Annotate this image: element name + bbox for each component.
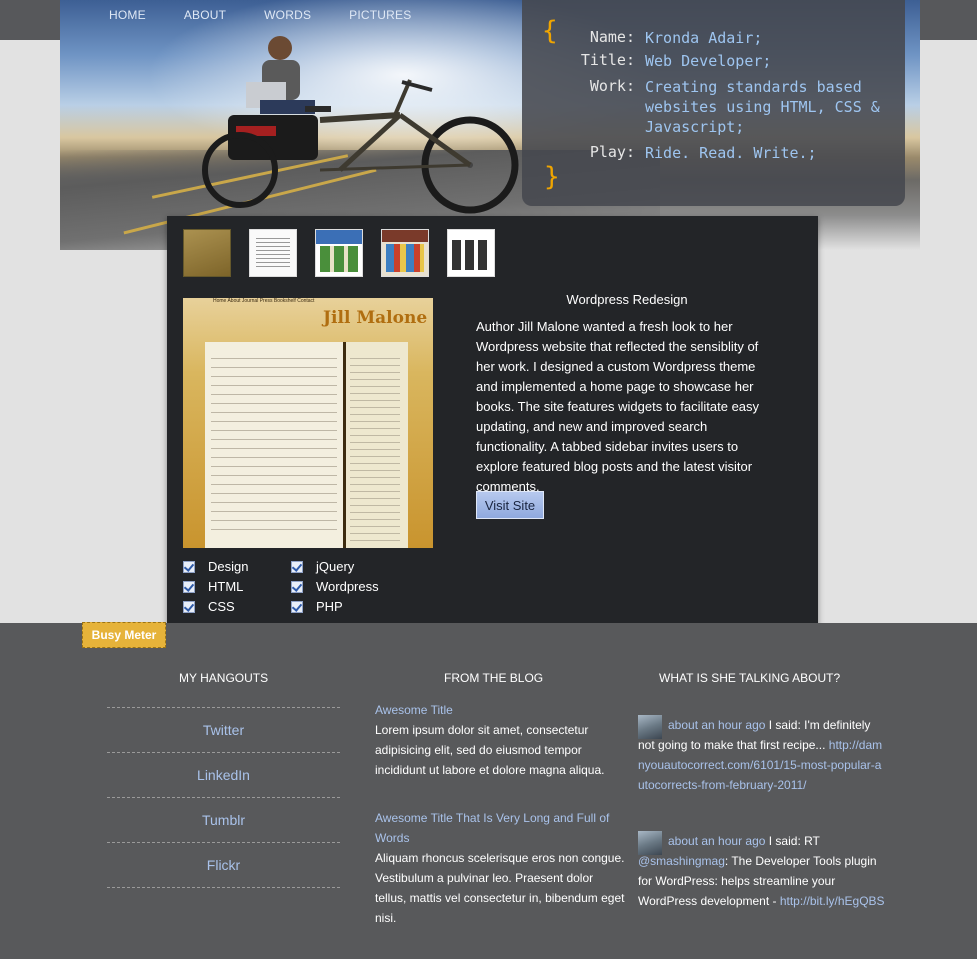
thumbnail-site-4[interactable] [381,229,429,277]
blog-post-excerpt: Lorem ipsum dolor sit amet, consectetur … [375,723,605,777]
avatar [638,831,662,855]
project-screenshot: Home About Journal Press Bookshelf Conta… [183,298,433,548]
thumbnail-jill-malone[interactable] [183,229,231,277]
checkmark-icon [291,600,303,613]
info-value: Ride. Read. Write.; [645,144,817,162]
skill-item: jQuery [291,559,354,574]
skill-label: PHP [316,599,343,614]
skill-label: CSS [208,599,235,614]
skill-label: Wordpress [316,579,379,594]
avatar [638,715,662,739]
screenshot-text-lines [211,358,337,538]
screenshot-sidebar-lines [350,358,400,543]
blog-post-title[interactable]: Awesome Title That Is Very Long and Full… [375,808,625,848]
tweet-time[interactable]: about an hour ago [668,834,765,848]
nav-home[interactable]: HOME [109,8,146,22]
checkmark-icon [291,580,303,593]
blog-post-excerpt: Aliquam rhoncus scelerisque eros non con… [375,851,625,925]
tweet-mention[interactable]: @smashingmag [638,854,725,868]
nav-about[interactable]: ABOUT [184,8,226,22]
blog-post: Awesome Title That Is Very Long and Full… [375,808,625,928]
info-value: Creating standards based websites using … [645,78,880,136]
blog-post: Awesome Title Lorem ipsum dolor sit amet… [375,700,625,780]
open-brace: { [542,16,558,46]
project-description: Author Jill Malone wanted a fresh look t… [476,319,760,494]
profile-code-box: { Name: Kronda Adair; Title: Web Develop… [522,0,905,206]
blog-heading: FROM THE BLOG [444,671,544,685]
tweet-item: about an hour ago I said: RT @smashingma… [638,831,888,911]
skill-label: Design [208,559,249,574]
visit-site-button[interactable]: Visit Site [476,491,544,519]
skill-item: HTML [183,579,243,594]
tweet-item: about an hour ago I said: I'm definitely… [638,715,888,795]
hangouts-heading: MY HANGOUTS [179,671,269,685]
screenshot-site-name: Jill Malone [323,308,428,328]
skill-label: jQuery [316,559,355,574]
nav-words[interactable]: WORDS [264,8,311,22]
talk-heading: WHAT IS SHE TALKING ABOUT? [659,671,841,685]
thumbnail-site-5[interactable] [447,229,495,277]
tweet-text: I said: RT [765,834,820,848]
portfolio-thumbnails [183,229,513,277]
tweet-link[interactable]: http://bit.ly/hEgQBS [780,894,885,908]
project-title: Wordpress Redesign [566,292,688,307]
skill-item: CSS [183,599,235,614]
hangout-tumblr-link[interactable]: Tumblr [107,797,340,842]
hangout-twitter-link[interactable]: Twitter [107,707,340,752]
skill-label: HTML [208,579,244,594]
thumbnail-site-3[interactable] [315,229,363,277]
skill-item: PHP [291,599,343,614]
main-nav: HOME ABOUT WORDS PICTURES [109,8,449,22]
info-value: Kronda Adair; [645,29,763,47]
tweet-time[interactable]: about an hour ago [668,718,765,732]
checkmark-icon [183,580,195,593]
info-key: Play: [589,143,635,161]
skill-item: Wordpress [291,579,379,594]
info-key: Name: [589,28,635,46]
close-brace: } [544,162,560,192]
nav-pictures[interactable]: PICTURES [349,8,411,22]
info-key: Work: [589,77,635,95]
screenshot-nav: Home About Journal Press Bookshelf Conta… [213,298,315,304]
portfolio-panel: Home About Journal Press Bookshelf Conta… [167,216,818,649]
checkmark-icon [291,560,303,573]
info-value: Web Developer; [645,52,772,70]
info-key: Title: [580,51,635,69]
checkmark-icon [183,560,195,573]
hangout-flickr-link[interactable]: Flickr [107,842,340,888]
thumbnail-site-2[interactable] [249,229,297,277]
busy-meter-tab[interactable]: Busy Meter [82,622,166,648]
skill-item: Design [183,559,248,574]
hangouts-list: Twitter LinkedIn Tumblr Flickr [107,707,340,888]
checkmark-icon [183,600,195,613]
cyclist-photo [202,36,519,214]
blog-post-title[interactable]: Awesome Title [375,700,625,720]
hangout-linkedin-link[interactable]: LinkedIn [107,752,340,797]
